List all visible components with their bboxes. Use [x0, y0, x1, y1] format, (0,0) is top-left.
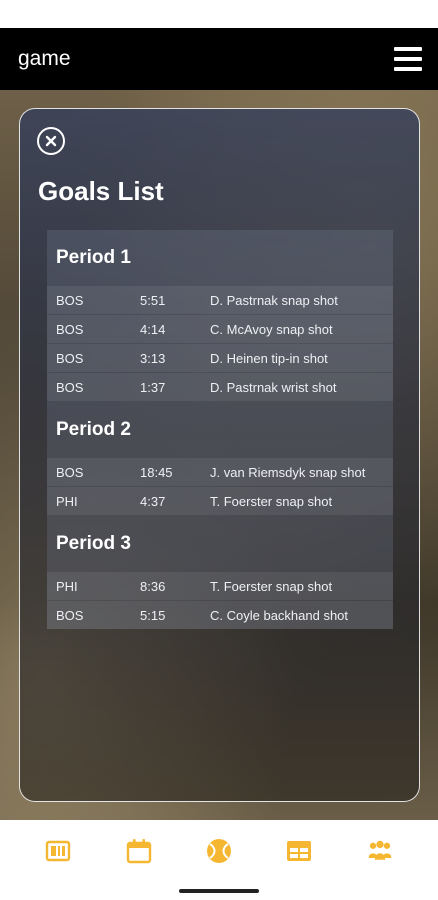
goal-description: C. McAvoy snap shot — [210, 321, 333, 337]
goals-modal: Goals List Period 1 BOS 5:51 D. Pastrnak… — [19, 108, 420, 802]
close-circle-icon[interactable] — [37, 127, 65, 155]
goal-row: BOS 18:45 J. van Riemsdyk snap shot — [47, 458, 393, 486]
team-icon[interactable] — [365, 836, 395, 866]
goal-time: 18:45 — [140, 464, 173, 480]
goal-description: C. Coyle backhand shot — [210, 607, 349, 623]
goal-team: BOS — [56, 292, 84, 308]
app-bar: game — [0, 28, 438, 90]
goal-description: D. Pastrnak wrist shot — [210, 379, 337, 395]
calendar-icon[interactable] — [124, 836, 154, 866]
goal-team: PHI — [56, 578, 78, 594]
goal-team: BOS — [56, 350, 84, 366]
goal-time: 3:13 — [140, 350, 166, 366]
goal-time: 4:37 — [140, 493, 166, 509]
goal-description: J. van Riemsdyk snap shot — [210, 464, 366, 480]
goal-description: T. Foerster snap shot — [210, 578, 333, 594]
goal-row: PHI 4:37 T. Foerster snap shot — [47, 487, 393, 515]
goal-row: BOS 4:14 C. McAvoy snap shot — [47, 315, 393, 343]
period-title: Period 3 — [56, 533, 131, 554]
goal-row: BOS 5:15 C. Coyle backhand shot — [47, 601, 393, 629]
scoreboard-icon[interactable] — [43, 836, 73, 866]
goal-time: 8:36 — [140, 578, 166, 594]
goal-team: BOS — [56, 321, 84, 337]
goal-time: 5:51 — [140, 292, 166, 308]
goal-team: BOS — [56, 379, 84, 395]
period-title: Period 1 — [56, 247, 131, 268]
period-title: Period 2 — [56, 419, 131, 440]
goal-description: T. Foerster snap shot — [210, 493, 333, 509]
goals-list: Period 1 BOS 5:51 D. Pastrnak snap shot … — [47, 230, 393, 629]
goal-row: BOS 3:13 D. Heinen tip-in shot — [47, 344, 393, 372]
bottom-navigation — [0, 820, 438, 882]
goal-row: PHI 8:36 T. Foerster snap shot — [47, 572, 393, 600]
hamburger-menu-icon[interactable] — [394, 47, 422, 71]
table-icon[interactable] — [284, 836, 314, 866]
modal-title: Goals List — [38, 176, 164, 206]
goal-team: BOS — [56, 607, 84, 623]
goal-row: BOS 1:37 D. Pastrnak wrist shot — [47, 373, 393, 401]
goal-time: 1:37 — [140, 379, 166, 395]
gesture-area — [0, 882, 438, 900]
ball-icon[interactable] — [204, 836, 234, 866]
goal-team: BOS — [56, 464, 84, 480]
app-title: game — [18, 47, 71, 70]
goal-description: D. Heinen tip-in shot — [210, 350, 328, 366]
goal-time: 4:14 — [140, 321, 166, 337]
goal-description: D. Pastrnak snap shot — [210, 292, 338, 308]
status-bar — [0, 0, 438, 28]
home-gesture-bar[interactable] — [179, 889, 259, 893]
goal-time: 5:15 — [140, 607, 166, 623]
goal-row: BOS 5:51 D. Pastrnak snap shot — [47, 286, 393, 314]
goal-team: PHI — [56, 493, 78, 509]
